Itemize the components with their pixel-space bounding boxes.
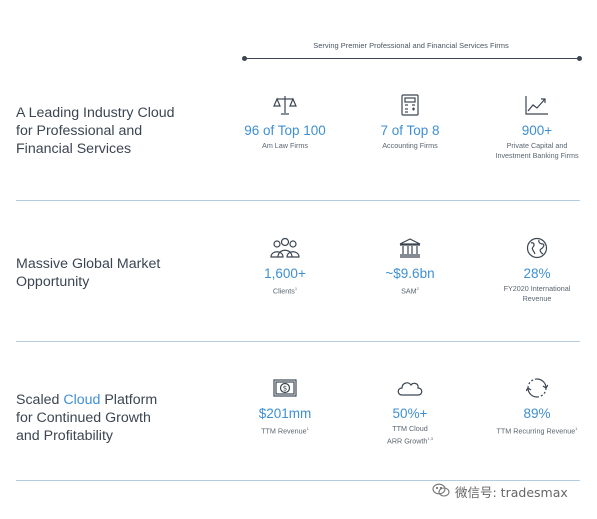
row-title-global-market: Massive Global Market Opportunity xyxy=(16,256,161,290)
wechat-watermark: 微信号: tradesmax xyxy=(432,482,568,501)
stat-label: TTM Recurring Revenue1 xyxy=(496,426,578,436)
stat-international: 28% FY2020 International Revenue xyxy=(477,236,597,303)
stat-ttm-revenue: $ $201mm TTM Revenue1 xyxy=(225,376,345,436)
people-icon xyxy=(225,236,345,260)
row-divider xyxy=(16,200,580,201)
stat-am-law: 96 of Top 100 Am Law Firms xyxy=(225,93,345,151)
calculator-icon xyxy=(350,93,470,117)
row-divider xyxy=(16,341,580,342)
header-caption: Serving Premier Professional and Financi… xyxy=(313,41,509,50)
row-title-cloud-platform: Scaled Cloud Platform for Continued Grow… xyxy=(16,392,158,444)
timeline-end-dot xyxy=(577,56,582,61)
stat-accounting: 7 of Top 8 Accounting Firms xyxy=(350,93,470,151)
header-timeline xyxy=(242,56,582,61)
stat-label: TTM Cloud ARR Growth1,3 xyxy=(387,424,433,445)
stat-label: Accounting Firms xyxy=(382,141,438,150)
stat-label: SAM2 xyxy=(401,286,419,296)
globe-icon xyxy=(477,236,597,260)
watermark-text: 微信号: tradesmax xyxy=(455,485,568,500)
stat-label: Private Capital and Investment Banking F… xyxy=(495,141,579,160)
stat-value: 50%+ xyxy=(392,406,428,421)
stat-label: Am Law Firms xyxy=(262,141,308,150)
row-divider xyxy=(16,480,580,481)
wechat-icon xyxy=(432,483,450,500)
stat-cloud-arr: 50%+ TTM Cloud ARR Growth1,3 xyxy=(350,376,470,445)
stat-value: 1,600+ xyxy=(264,266,306,281)
bank-icon xyxy=(350,236,470,260)
svg-text:$: $ xyxy=(283,385,287,393)
stat-value: 89% xyxy=(523,406,551,421)
stat-value: 900+ xyxy=(521,123,553,138)
scales-icon xyxy=(225,93,345,117)
stat-recurring-revenue: 89% TTM Recurring Revenue1 xyxy=(477,376,597,436)
dollar-bill-icon: $ xyxy=(225,376,345,400)
recurring-icon xyxy=(477,376,597,400)
stat-value: 96 of Top 100 xyxy=(244,123,326,138)
timeline-start-dot xyxy=(242,56,247,61)
stat-value: $201mm xyxy=(258,406,312,421)
cloud-icon xyxy=(350,376,470,400)
stat-private-capital: 900+ Private Capital and Investment Bank… xyxy=(477,93,597,160)
stat-clients: 1,600+ Clients1 xyxy=(225,236,345,296)
stat-label: TTM Revenue1 xyxy=(261,426,309,436)
stat-label: FY2020 International Revenue xyxy=(503,284,571,303)
growth-chart-icon xyxy=(477,93,597,117)
stat-value: 7 of Top 8 xyxy=(380,123,440,138)
row-title-industry-cloud: A Leading Industry Cloud for Professiona… xyxy=(16,105,175,157)
stat-value: 28% xyxy=(523,266,551,281)
stat-value: ~$9.6bn xyxy=(385,266,435,281)
stat-label: Clients1 xyxy=(272,286,298,296)
stat-sam: ~$9.6bn SAM2 xyxy=(350,236,470,296)
